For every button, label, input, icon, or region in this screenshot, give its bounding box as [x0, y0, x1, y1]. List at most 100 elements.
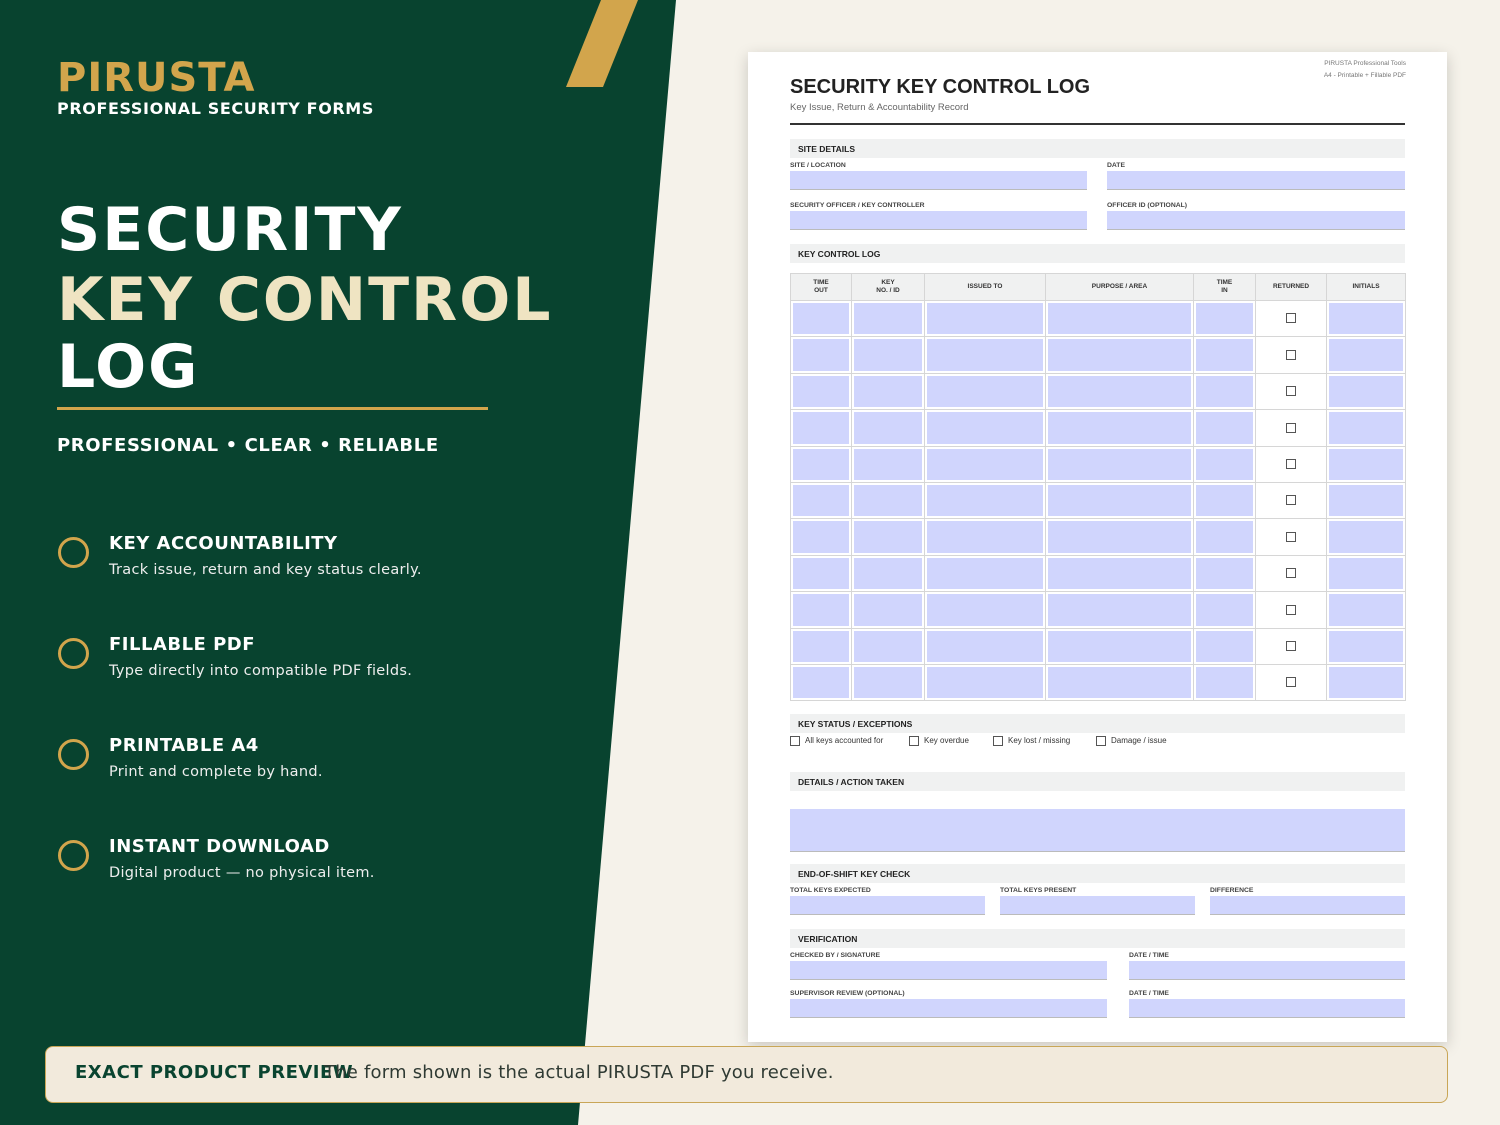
table-input-field[interactable] — [854, 303, 922, 335]
table-input-field[interactable] — [793, 448, 849, 480]
table-input-field[interactable] — [1196, 521, 1253, 553]
table-input-field[interactable] — [927, 484, 1043, 517]
table-input-field[interactable] — [1329, 594, 1403, 626]
table-input-field[interactable] — [1329, 375, 1403, 408]
table-input-field[interactable] — [1048, 448, 1191, 480]
table-input-field[interactable] — [1329, 448, 1403, 480]
checkbox-icon[interactable] — [1286, 495, 1296, 506]
checkbox-icon[interactable] — [1096, 736, 1106, 746]
checkbox-icon[interactable] — [1286, 422, 1296, 433]
status-option[interactable]: All keys accounted for — [790, 736, 883, 746]
table-input-field[interactable] — [793, 303, 849, 335]
table-input-field[interactable] — [854, 594, 922, 626]
table-input-field[interactable] — [927, 339, 1043, 371]
status-option[interactable]: Key overdue — [909, 736, 969, 746]
table-input-field[interactable] — [854, 375, 922, 408]
table-input-field[interactable] — [854, 630, 922, 662]
table-input-field[interactable] — [1329, 303, 1403, 335]
checkbox-icon[interactable] — [1286, 386, 1296, 397]
checkbox-icon[interactable] — [790, 736, 800, 746]
table-input-field[interactable] — [854, 484, 922, 517]
table-cell — [1193, 445, 1256, 483]
table-input-field[interactable] — [1048, 557, 1191, 590]
column-header: PURPOSE / AREA — [1045, 273, 1194, 301]
table-input-field[interactable] — [1196, 630, 1253, 662]
table-input-field[interactable] — [854, 412, 922, 444]
table-input-field[interactable] — [1048, 521, 1191, 553]
checkbox-icon[interactable] — [993, 736, 1003, 746]
checkbox-icon[interactable] — [1286, 677, 1296, 688]
table-input-field[interactable] — [793, 666, 849, 699]
date-time-field[interactable] — [1129, 961, 1405, 980]
table-input-field[interactable] — [1196, 594, 1253, 626]
table-input-field[interactable] — [1196, 557, 1253, 590]
table-input-field[interactable] — [927, 303, 1043, 335]
table-input-field[interactable] — [927, 594, 1043, 626]
table-input-field[interactable] — [1196, 666, 1253, 699]
banner-heading: EXACT PRODUCT PREVIEW — [75, 1062, 354, 1083]
total-present-field[interactable] — [1000, 896, 1195, 915]
table-input-field[interactable] — [1329, 557, 1403, 590]
checkbox-icon[interactable] — [1286, 604, 1296, 615]
table-input-field[interactable] — [854, 521, 922, 553]
table-input-field[interactable] — [1048, 412, 1191, 444]
table-input-field[interactable] — [793, 630, 849, 662]
checkbox-icon[interactable] — [1286, 313, 1296, 324]
status-option[interactable]: Damage / issue — [1096, 736, 1167, 746]
table-input-field[interactable] — [1048, 303, 1191, 335]
table-input-field[interactable] — [927, 375, 1043, 408]
date-field[interactable] — [1107, 171, 1405, 190]
table-input-field[interactable] — [1329, 666, 1403, 699]
table-input-field[interactable] — [793, 484, 849, 517]
table-input-field[interactable] — [854, 448, 922, 480]
status-option[interactable]: Key lost / missing — [993, 736, 1070, 746]
site-location-field[interactable] — [790, 171, 1087, 190]
table-input-field[interactable] — [793, 339, 849, 371]
table-input-field[interactable] — [1196, 375, 1253, 408]
table-input-field[interactable] — [1196, 412, 1253, 444]
date-time-field[interactable] — [1129, 999, 1405, 1018]
table-input-field[interactable] — [1196, 448, 1253, 480]
table-input-field[interactable] — [854, 666, 922, 699]
checkbox-icon[interactable] — [1286, 349, 1296, 360]
table-input-field[interactable] — [1196, 303, 1253, 335]
table-input-field[interactable] — [1196, 484, 1253, 517]
table-input-field[interactable] — [1196, 339, 1253, 371]
checkbox-icon[interactable] — [909, 736, 919, 746]
table-input-field[interactable] — [1048, 630, 1191, 662]
table-input-field[interactable] — [854, 339, 922, 371]
checked-by-field[interactable] — [790, 961, 1107, 980]
table-input-field[interactable] — [1048, 484, 1191, 517]
checkbox-icon[interactable] — [1286, 568, 1296, 579]
table-input-field[interactable] — [854, 557, 922, 590]
checkbox-icon[interactable] — [1286, 459, 1296, 470]
table-input-field[interactable] — [1048, 666, 1191, 699]
table-input-field[interactable] — [927, 448, 1043, 480]
checkbox-icon[interactable] — [1286, 531, 1296, 542]
officer-field[interactable] — [790, 211, 1087, 230]
table-input-field[interactable] — [1329, 521, 1403, 553]
table-input-field[interactable] — [1329, 630, 1403, 662]
table-input-field[interactable] — [1048, 594, 1191, 626]
table-input-field[interactable] — [793, 594, 849, 626]
table-input-field[interactable] — [1329, 412, 1403, 444]
table-input-field[interactable] — [927, 412, 1043, 444]
table-input-field[interactable] — [1329, 339, 1403, 371]
table-input-field[interactable] — [1048, 375, 1191, 408]
table-input-field[interactable] — [927, 557, 1043, 590]
table-input-field[interactable] — [927, 630, 1043, 662]
table-input-field[interactable] — [927, 666, 1043, 699]
officer-id-field[interactable] — [1107, 211, 1405, 230]
difference-field[interactable] — [1210, 896, 1405, 915]
table-input-field[interactable] — [927, 521, 1043, 553]
table-input-field[interactable] — [793, 557, 849, 590]
table-input-field[interactable] — [1329, 484, 1403, 517]
supervisor-review-field[interactable] — [790, 999, 1107, 1018]
table-input-field[interactable] — [793, 412, 849, 444]
checkbox-icon[interactable] — [1286, 640, 1296, 651]
table-input-field[interactable] — [793, 521, 849, 553]
details-action-field[interactable] — [790, 809, 1405, 852]
table-input-field[interactable] — [1048, 339, 1191, 371]
total-expected-field[interactable] — [790, 896, 985, 915]
table-input-field[interactable] — [793, 375, 849, 408]
